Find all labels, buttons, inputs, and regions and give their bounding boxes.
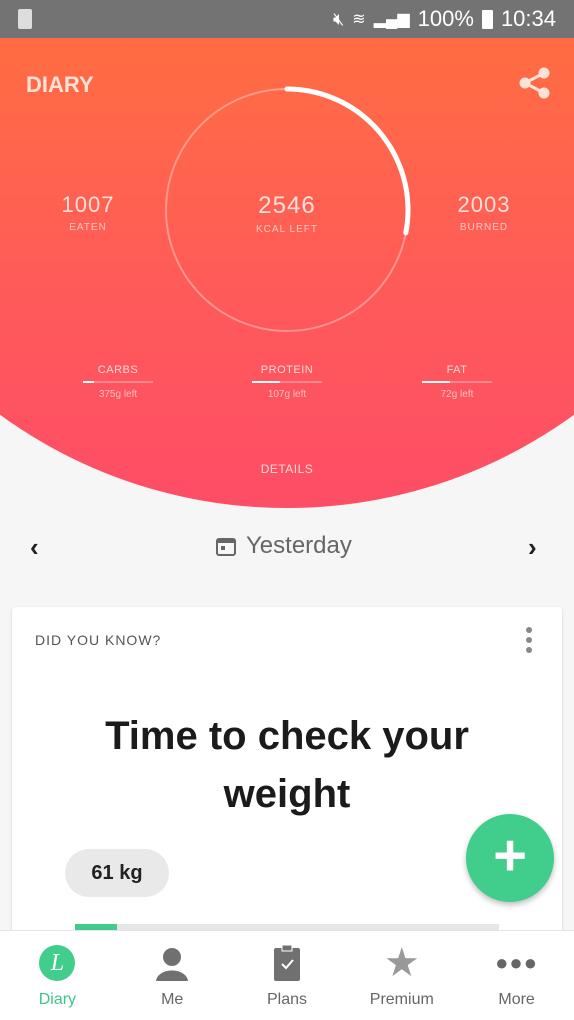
battery-percent: 100% <box>417 6 474 31</box>
bottom-nav: L Diary Me Plans ★ Premium ●●● More <box>0 930 574 1020</box>
macro-left: 72g left <box>440 389 474 400</box>
page-title: DIARY <box>26 72 94 97</box>
mute-icon: 🔇︎ <box>332 8 345 29</box>
chevron-left-icon[interactable]: ‹ <box>30 532 39 563</box>
battery-icon <box>481 9 493 29</box>
nav-label: Me <box>161 991 184 1008</box>
kcal-left-value: 2546 <box>258 192 316 219</box>
burned-stat: 2003 BURNED <box>424 192 544 233</box>
nav-label: More <box>498 991 535 1008</box>
diary-icon: L <box>39 945 76 981</box>
card-title: Time to check your weight <box>105 714 469 816</box>
macro-left: 107g left <box>267 389 307 400</box>
nav-label: Diary <box>38 991 77 1008</box>
nav-me[interactable]: Me <box>115 931 230 1020</box>
nav-premium[interactable]: ★ Premium <box>344 931 459 1020</box>
chevron-right-icon[interactable]: › <box>528 532 537 563</box>
macro-bar <box>252 381 322 383</box>
details-button[interactable]: DETAILS <box>0 462 574 476</box>
macro-label: FAT <box>446 364 468 376</box>
macro-label: CARBS <box>97 364 139 376</box>
clock: 10:34 <box>500 6 556 31</box>
more-horiz-icon: ●●● <box>495 950 539 975</box>
nav-diary[interactable]: L Diary <box>0 931 115 1020</box>
status-bar: 🔇︎ ≋ ▂▄▆ 100% 10:34 <box>0 0 574 38</box>
card-header: DID YOU KNOW? <box>35 632 162 648</box>
more-vert-icon[interactable] <box>526 627 532 657</box>
nav-plans[interactable]: Plans <box>230 931 345 1020</box>
nav-label: Premium <box>369 991 434 1008</box>
star-icon: ★ <box>383 941 420 985</box>
date-label: Yesterday <box>246 532 352 559</box>
calendar-icon <box>216 538 236 556</box>
macro-label: PROTEIN <box>260 364 314 376</box>
signal-icon: ▂▄▆ <box>373 11 410 28</box>
macro-bar <box>422 381 492 383</box>
eaten-stat: 1007 EATEN <box>28 192 148 233</box>
weight-bubble: 61 kg <box>65 849 169 897</box>
macro-fat: FAT 72g left <box>422 364 492 400</box>
share-icon[interactable] <box>518 66 552 100</box>
clipboard-check-icon <box>273 944 300 981</box>
macro-left: 375g left <box>98 389 138 400</box>
nav-label: Plans <box>266 991 307 1008</box>
add-button[interactable]: + <box>466 814 554 902</box>
nav-more[interactable]: ●●● More <box>459 931 574 1020</box>
date-selector[interactable]: Yesterday <box>216 532 352 560</box>
wifi-icon: ≋ <box>352 11 366 28</box>
kcal-left-stat: 2546 KCAL LEFT <box>227 192 347 235</box>
date-navigator: ‹ Yesterday › <box>0 528 574 564</box>
burned-value: 2003 <box>457 192 511 217</box>
macro-protein: PROTEIN 107g left <box>252 364 322 400</box>
did-you-know-card: DID YOU KNOW? Time to check your weight … <box>12 607 562 947</box>
kcal-left-label: KCAL LEFT <box>256 224 318 235</box>
burned-label: BURNED <box>459 222 509 233</box>
macro-bar <box>83 381 153 383</box>
recycle-battery-icon <box>18 9 32 29</box>
eaten-value: 1007 <box>61 192 115 217</box>
eaten-label: EATEN <box>69 222 107 233</box>
person-icon <box>156 948 189 981</box>
macro-carbs: CARBS 375g left <box>83 364 153 400</box>
